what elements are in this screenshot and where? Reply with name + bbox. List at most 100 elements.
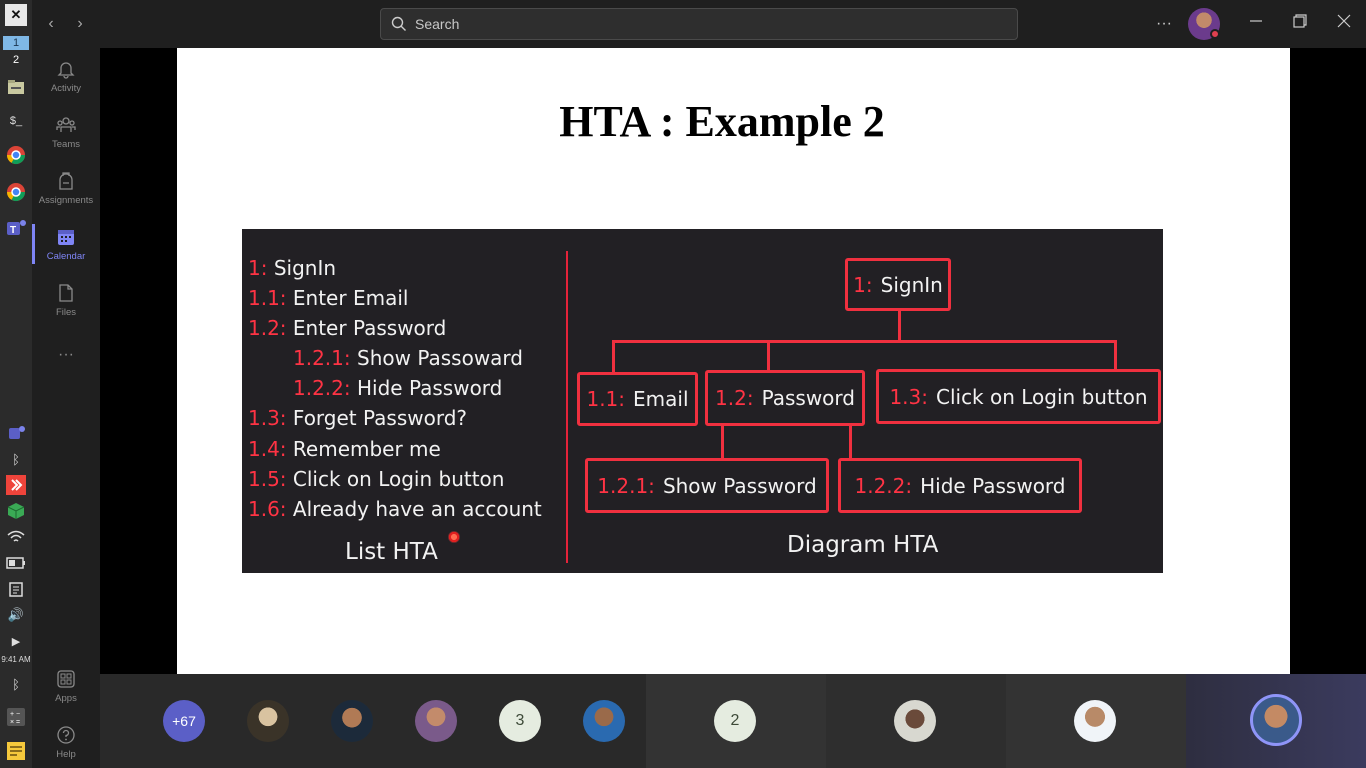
node-show-password: 1.2.1: Show Password: [585, 458, 829, 513]
connector: [1114, 340, 1117, 370]
chrome-icon[interactable]: [5, 144, 27, 166]
anydesk-icon[interactable]: [5, 474, 27, 496]
list-item: 1.2.1: Show Passoward: [293, 346, 523, 370]
rail-assignments[interactable]: Assignments: [32, 162, 100, 214]
restore-button[interactable]: [1288, 12, 1312, 36]
bluetooth-icon[interactable]: ᛒ: [5, 448, 27, 470]
avatar[interactable]: [894, 700, 936, 742]
chrome-icon-2[interactable]: [5, 181, 27, 203]
calculator-icon[interactable]: + − × =: [5, 706, 27, 728]
node-login-button: 1.3: Click on Login button: [876, 369, 1161, 424]
svg-text:T: T: [10, 225, 16, 236]
connector: [721, 426, 724, 459]
calendar-icon: [58, 229, 74, 245]
rail-calendar-label: Calendar: [46, 250, 86, 262]
node-hide-password: 1.2.2: Hide Password: [838, 458, 1082, 513]
workspace-2[interactable]: 2: [3, 53, 29, 67]
node-email: 1.1: Email: [577, 372, 698, 426]
sticky-notes-icon[interactable]: [5, 740, 27, 762]
participant-strip: +67 3 2: [100, 674, 1366, 768]
volume-icon[interactable]: 🔊: [5, 604, 27, 626]
rail-help[interactable]: Help: [32, 716, 100, 768]
rail-activity[interactable]: Activity: [32, 50, 100, 102]
hta-figure: 1: SignIn 1.1: Enter Email 1.2: Enter Pa…: [242, 229, 1163, 573]
clipboard-icon[interactable]: [5, 578, 27, 600]
teams-icon: [56, 116, 76, 132]
connector: [849, 426, 852, 459]
avatar[interactable]: [583, 700, 625, 742]
more-participants-button[interactable]: +67: [163, 700, 205, 742]
rail-calendar[interactable]: Calendar: [32, 218, 100, 270]
participant-count-badge[interactable]: 2: [714, 700, 756, 742]
divider: [566, 251, 568, 563]
help-icon: [57, 725, 75, 744]
clock: 9:41 AM: [1, 655, 31, 664]
avatar[interactable]: [247, 700, 289, 742]
svg-text:× =: × =: [10, 719, 20, 726]
battery-icon[interactable]: [5, 552, 27, 574]
more-options-button[interactable]: ···: [1152, 12, 1176, 36]
bluetooth-icon-2[interactable]: ᛒ: [5, 673, 27, 695]
close-button[interactable]: [1332, 12, 1356, 36]
minimize-button[interactable]: [1244, 12, 1268, 36]
top-bar: ‹ › ···: [32, 0, 1366, 48]
play-icon[interactable]: ▶: [5, 630, 27, 652]
search-input[interactable]: [415, 16, 975, 32]
diagram-hta-caption: Diagram HTA: [787, 532, 939, 558]
forward-button[interactable]: ›: [70, 14, 90, 34]
participant-tile[interactable]: +67 3: [100, 674, 646, 768]
rail-apps-label: Apps: [55, 692, 77, 704]
rail-more-button[interactable]: ···: [32, 330, 100, 380]
file-manager-icon[interactable]: [5, 76, 27, 98]
rail-files[interactable]: Files: [32, 274, 100, 326]
avatar[interactable]: [415, 700, 457, 742]
teams-tray-icon[interactable]: [5, 422, 27, 444]
rail-apps[interactable]: Apps: [32, 660, 100, 712]
self-video-tile[interactable]: [1186, 674, 1366, 768]
back-button[interactable]: ‹: [41, 14, 61, 34]
list-item: 1.2: Enter Password: [248, 316, 447, 340]
list-item: 1.2.2: Hide Password: [293, 376, 503, 400]
list-item: 1.4: Remember me: [248, 437, 441, 461]
teams-app-icon[interactable]: T: [5, 217, 27, 239]
presentation-slide: HTA : Example 2 1: SignIn 1.1: Enter Ema…: [177, 48, 1290, 674]
search-box[interactable]: [380, 8, 1018, 40]
backpack-icon: [59, 171, 73, 190]
list-item: 1.3: Forget Password?: [248, 406, 468, 430]
more-dots-icon: ···: [58, 346, 74, 363]
list-hta-caption: List HTA: [345, 539, 438, 565]
node-signin: 1: SignIn: [845, 258, 951, 311]
list-item: 1.6: Already have an account: [248, 497, 542, 521]
node-password: 1.2: Password: [705, 370, 865, 426]
connector: [612, 340, 615, 373]
avatar[interactable]: [331, 700, 373, 742]
connector: [767, 340, 770, 371]
svg-text:+ −: + −: [10, 711, 20, 718]
rail-help-label: Help: [56, 748, 76, 760]
participant-count-badge[interactable]: 3: [499, 700, 541, 742]
laser-pointer-icon: [448, 531, 460, 543]
participant-tile[interactable]: [826, 674, 1006, 768]
avatar[interactable]: [1250, 694, 1302, 746]
rail-teams-label: Teams: [52, 138, 80, 150]
shared-screen: HTA : Example 2 1: SignIn 1.1: Enter Ema…: [100, 48, 1366, 674]
rail-activity-label: Activity: [50, 82, 82, 94]
workspace-1[interactable]: 1: [3, 36, 29, 50]
minimize-icon: [1250, 20, 1262, 22]
avatar[interactable]: [1074, 700, 1116, 742]
list-item: 1.5: Click on Login button: [248, 467, 505, 491]
x-logo-icon[interactable]: ✕: [5, 4, 27, 26]
slide-title: HTA : Example 2: [559, 97, 885, 146]
list-item: 1: SignIn: [248, 256, 337, 280]
wifi-icon[interactable]: [5, 526, 27, 548]
bell-icon: [57, 61, 75, 79]
package-icon[interactable]: [5, 500, 27, 522]
connector: [898, 311, 901, 342]
connector: [612, 340, 1117, 343]
list-item: 1.1: Enter Email: [248, 286, 409, 310]
app-rail: Activity Teams Assignments Calendar File…: [32, 0, 100, 768]
participant-tile[interactable]: [1006, 674, 1186, 768]
rail-teams[interactable]: Teams: [32, 106, 100, 158]
participant-tile[interactable]: 2: [646, 674, 826, 768]
terminal-icon[interactable]: $_: [5, 110, 27, 132]
